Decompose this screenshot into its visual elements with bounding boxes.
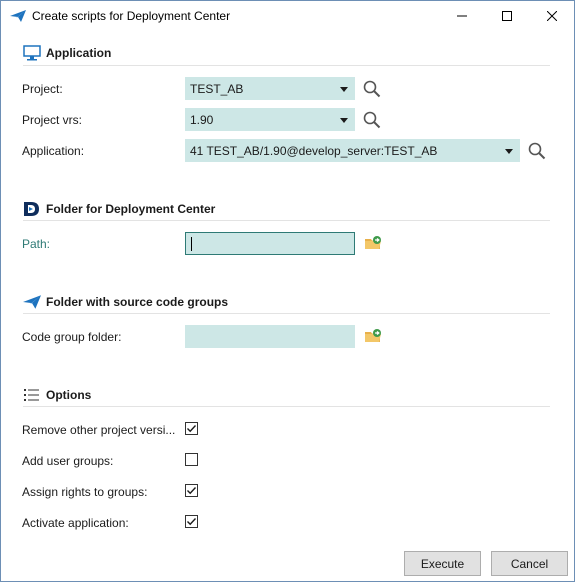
dialog-window: Create scripts for Deployment Center App…: [0, 0, 575, 582]
folder-browse-icon[interactable]: [364, 328, 382, 344]
chevron-down-icon: [505, 149, 513, 154]
text-caret: [191, 237, 192, 251]
code-group-label: Code group folder:: [22, 330, 122, 344]
project-version-value: 1.90: [190, 113, 214, 127]
project-label: Project:: [22, 82, 63, 96]
source-folder-section-header: Folder with source code groups: [23, 293, 228, 311]
project-value: TEST_AB: [190, 82, 244, 96]
search-icon[interactable]: [528, 142, 546, 160]
maximize-button[interactable]: [484, 1, 529, 31]
paper-plane-icon: [23, 294, 41, 310]
project-version-label: Project vrs:: [22, 113, 83, 127]
options-section-title: Options: [46, 388, 92, 402]
chevron-down-icon: [340, 87, 348, 92]
project-version-dropdown[interactable]: 1.90: [185, 108, 355, 131]
path-label: Path:: [22, 237, 51, 251]
option-remove-versions-label: Remove other project versi...: [22, 423, 176, 437]
option-add-user-groups-checkbox[interactable]: [185, 453, 198, 466]
application-value: 41 TEST_AB/1.90@develop_server:TEST_AB: [190, 144, 438, 158]
application-section-title: Application: [46, 46, 112, 60]
project-dropdown[interactable]: TEST_AB: [185, 77, 355, 100]
section-divider: [23, 65, 550, 66]
source-folder-section-title: Folder with source code groups: [46, 295, 229, 309]
title-bar[interactable]: Create scripts for Deployment Center: [1, 1, 574, 31]
execute-button[interactable]: Execute: [404, 551, 481, 576]
application-section-header: Application: [23, 44, 111, 62]
deployment-center-logo-icon: [23, 201, 41, 217]
code-group-input[interactable]: [185, 325, 355, 348]
application-label: Application:: [22, 144, 85, 158]
option-add-user-groups-label: Add user groups:: [22, 454, 114, 468]
paper-plane-icon: [10, 10, 26, 22]
monitor-icon: [23, 45, 41, 61]
options-section-header: Options: [23, 386, 91, 404]
section-divider: [23, 313, 550, 314]
section-divider: [23, 406, 550, 407]
cancel-button[interactable]: Cancel: [491, 551, 568, 576]
chevron-down-icon: [340, 118, 348, 123]
search-icon[interactable]: [363, 111, 381, 129]
deployment-folder-section-title: Folder for Deployment Center: [46, 202, 216, 216]
option-assign-rights-checkbox[interactable]: [185, 484, 198, 497]
path-input[interactable]: [185, 232, 355, 255]
application-dropdown[interactable]: 41 TEST_AB/1.90@develop_server:TEST_AB: [185, 139, 520, 162]
option-assign-rights-label: Assign rights to groups:: [22, 485, 148, 499]
minimize-button[interactable]: [439, 1, 484, 31]
option-remove-versions-checkbox[interactable]: [185, 422, 198, 435]
search-icon[interactable]: [363, 80, 381, 98]
list-icon: [23, 387, 41, 403]
deployment-folder-section-header: Folder for Deployment Center: [23, 200, 215, 218]
close-button[interactable]: [529, 1, 574, 31]
section-divider: [23, 220, 550, 221]
option-activate-application-label: Activate application:: [22, 516, 129, 530]
window-title: Create scripts for Deployment Center: [32, 9, 231, 23]
folder-browse-icon[interactable]: [364, 235, 382, 251]
option-activate-application-checkbox[interactable]: [185, 515, 198, 528]
